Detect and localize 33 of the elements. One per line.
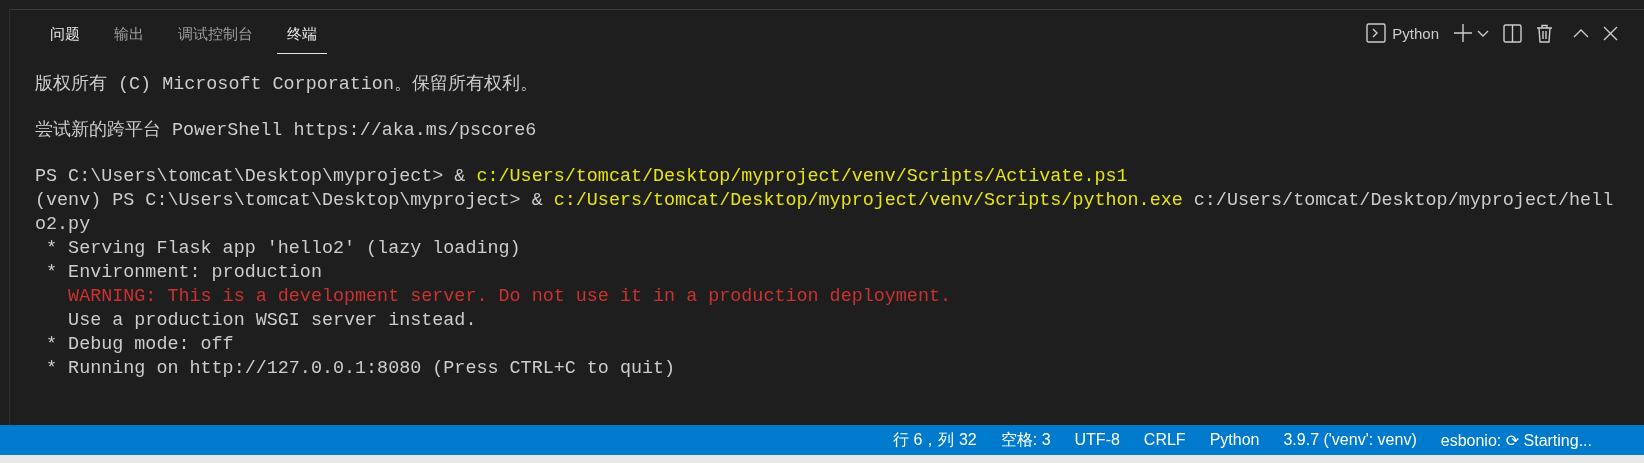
command-path: c:/Users/tomcat/Desktop/myproject/venv/Scripts/python.exe	[553, 190, 1183, 211]
panel-tab[interactable]: 输出	[104, 12, 154, 54]
trash-icon[interactable]	[1536, 23, 1553, 43]
chevron-down-icon[interactable]	[1477, 30, 1489, 38]
terminal-line: o2.py	[35, 213, 92, 237]
panel-tab[interactable]: 问题	[40, 12, 90, 54]
close-icon[interactable]	[1603, 25, 1618, 41]
terminal-line: * Serving Flask app 'hello2' (lazy loading)	[45, 237, 522, 261]
terminal-line: 尝试新的跨平台 PowerShell https://aka.ms/pscore6	[35, 119, 538, 143]
terminal-line: * Environment: production	[45, 261, 323, 285]
panel-tab[interactable]: 终端	[277, 12, 327, 54]
terminal-line: Use a production WSGI server instead.	[67, 309, 478, 333]
status-item[interactable]: 空格: 3	[988, 425, 1063, 455]
terminal-icon	[1366, 23, 1387, 43]
chevron-up-icon[interactable]	[1573, 28, 1589, 38]
plus-icon[interactable]	[1453, 23, 1473, 43]
status-item[interactable]: esbonio: ⟳ Starting...	[1428, 425, 1604, 455]
terminal-line: * Debug mode: off	[45, 333, 235, 357]
terminal-text: PS C:\Users\tomcat\Desktop\myproject> &	[35, 166, 467, 187]
terminal-line: 版权所有 (C) Microsoft Corporation。保留所有权利。	[35, 73, 539, 97]
terminal-line: * Running on http://127.0.0.1:8080 (Press CTRL+C to quit)	[45, 357, 677, 381]
panel-tab[interactable]: 调试控制台	[168, 12, 263, 54]
status-item[interactable]: CRLF	[1131, 425, 1198, 455]
terminal-text: c:/Users/tomcat/Desktop/myproject/hell	[1192, 190, 1614, 211]
status-item[interactable]: UTF-8	[1062, 425, 1132, 455]
terminal-line: WARNING: This is a development server. Do not use it in a production deployment.	[67, 285, 952, 309]
split-icon[interactable]	[1503, 23, 1522, 43]
status-item[interactable]: 行 6，列 32	[881, 425, 989, 455]
status-item[interactable]: 3.9.7 ('venv': venv)	[1271, 425, 1429, 455]
command-path: c:/Users/tomcat/Desktop/myproject/venv/Scripts/Activate.ps1	[476, 166, 1128, 187]
status-item[interactable]: Python	[1197, 425, 1272, 455]
terminal-text: (venv) PS C:\Users\tomcat\Desktop\myproject> &	[35, 190, 544, 211]
terminal-profile-button[interactable]: Python	[1366, 23, 1439, 43]
